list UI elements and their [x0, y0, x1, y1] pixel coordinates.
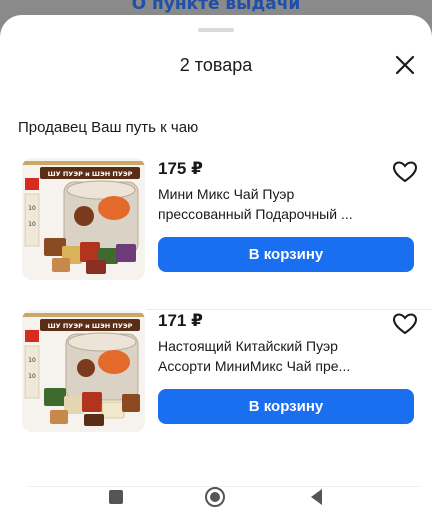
add-to-cart-button[interactable]: В корзину: [158, 389, 414, 424]
product-name[interactable]: Мини Микс Чай Пуэр прессованный Подарочн…: [158, 184, 388, 224]
close-icon: [395, 55, 415, 75]
recent-apps-button[interactable]: [105, 486, 127, 508]
product-image[interactable]: ШУ ПУЭР и ШЭН ПУЭР 10 10: [22, 310, 145, 432]
banner-text: ШУ ПУЭР и ШЭН ПУЭР: [48, 170, 133, 178]
product-name[interactable]: Настоящий Китайский Пуэр Ассорти МиниМик…: [158, 336, 388, 376]
product-name-line: прессованный Подарочный ...: [158, 206, 353, 222]
product-image[interactable]: ШУ ПУЭР и ШЭН ПУЭР 10 10: [22, 158, 145, 280]
product-image-graphic: ШУ ПУЭР и ШЭН ПУЭР 10 10: [22, 310, 145, 432]
product-card: ШУ ПУЭР и ШЭН ПУЭР 10 10 175 ₽ Мини Микс: [0, 158, 432, 298]
square-icon: [109, 490, 123, 504]
home-button[interactable]: [204, 486, 226, 508]
product-price: 175 ₽: [158, 159, 203, 178]
close-button[interactable]: [392, 52, 418, 78]
product-name-line: Мини Микс Чай Пуэр: [158, 186, 295, 202]
product-name-line: Ассорти МиниМикс Чай пре...: [158, 358, 351, 374]
heart-outline-icon: [392, 313, 418, 335]
sheet-title: 2 товара: [179, 55, 253, 75]
pickup-point-link[interactable]: О пункте выдачи: [0, 0, 432, 14]
tag-text: 10: [28, 205, 36, 212]
system-navbar: [0, 478, 432, 518]
tag-text: 10: [28, 221, 36, 228]
add-to-cart-button[interactable]: В корзину: [158, 237, 414, 272]
seller-label: Продавец Ваш путь к чаю: [18, 119, 199, 136]
product-price: 171 ₽: [158, 311, 203, 330]
product-card: ШУ ПУЭР и ШЭН ПУЭР 10 10 171 ₽ Настоящий: [0, 310, 432, 450]
heart-outline-icon: [392, 161, 418, 183]
product-image-graphic: ШУ ПУЭР и ШЭН ПУЭР 10 10: [22, 158, 145, 280]
back-button[interactable]: [306, 486, 328, 508]
product-name-line: Настоящий Китайский Пуэр: [158, 338, 338, 354]
favorite-button[interactable]: [392, 312, 418, 336]
back-triangle-icon: [311, 489, 322, 505]
tag-text: 10: [28, 357, 36, 364]
sheet-grabber[interactable]: [198, 28, 234, 32]
circle-icon: [205, 487, 225, 507]
banner-text: ШУ ПУЭР и ШЭН ПУЭР: [48, 322, 133, 330]
favorite-button[interactable]: [392, 160, 418, 184]
tag-text: 10: [28, 373, 36, 380]
bottom-sheet: 2 товара Продавец Ваш путь к чаю ШУ ПУЭР…: [0, 15, 432, 524]
